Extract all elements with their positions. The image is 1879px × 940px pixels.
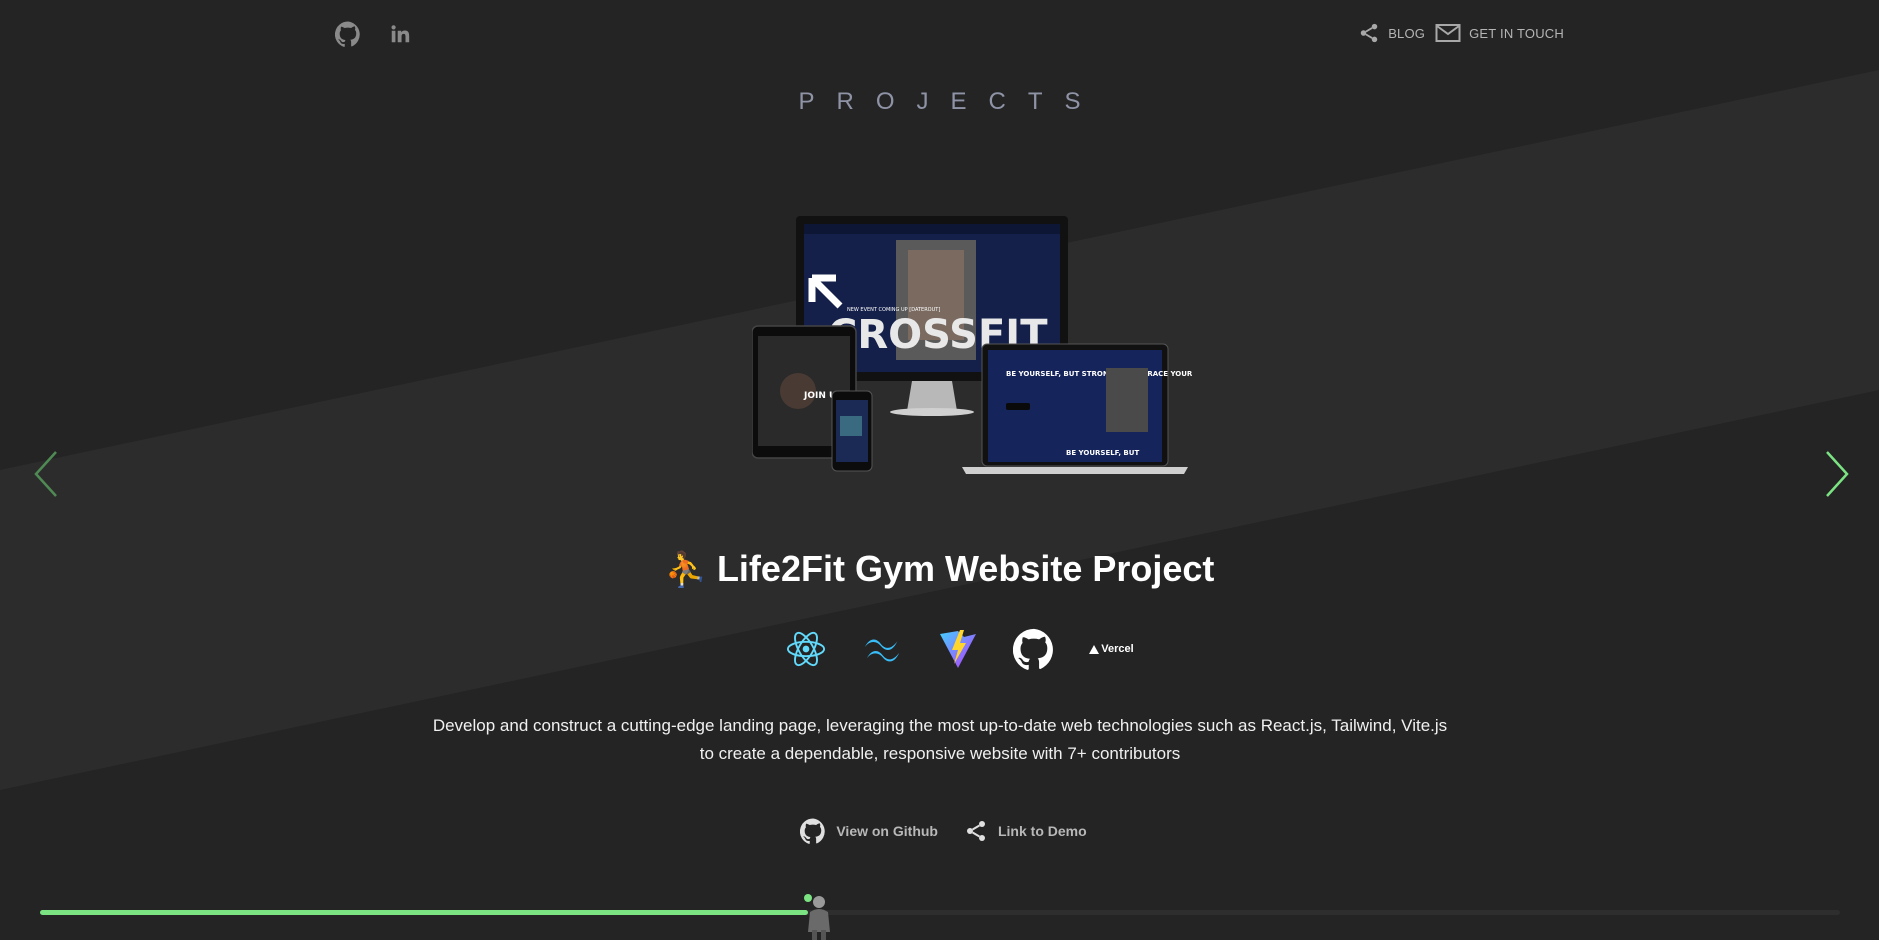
basketball-player-icon: ⛹️ — [664, 551, 707, 589]
share-icon — [966, 821, 985, 841]
share-icon — [1360, 23, 1378, 43]
social-links — [334, 20, 414, 48]
chevron-left-icon — [34, 451, 57, 497]
project-description: Develop and construct a cutting-edge lan… — [390, 712, 1490, 768]
carousel-progress-fill — [40, 910, 808, 915]
vite-icon — [937, 628, 979, 670]
carousel-prev-button[interactable] — [28, 448, 64, 500]
carousel-progress-bar — [40, 910, 1840, 915]
description-line-1: Develop and construct a cutting-edge lan… — [432, 716, 1448, 735]
github-icon — [1013, 628, 1055, 670]
react-icon — [785, 628, 827, 670]
mockup-laptop-text: BE YOURSELF, BUT STRONGER! EMBRACE YOUR … — [1006, 370, 1192, 378]
view-on-github-link[interactable]: View on Github — [800, 818, 938, 844]
description-line-2: to create a dependable, responsive websi… — [699, 744, 1181, 763]
github-icon — [800, 818, 826, 844]
tailwind-icon — [861, 628, 903, 670]
linkedin-icon[interactable] — [386, 20, 414, 48]
link-to-demo-label: Link to Demo — [997, 823, 1087, 839]
mockup-laptop-footer: BE YOURSELF, BUT — [1066, 449, 1139, 457]
header-nav: BLOG GET IN TOUCH — [1358, 22, 1564, 44]
link-to-demo[interactable]: Link to Demo — [964, 818, 1087, 844]
project-screenshot: NEW EVENT COMING UP [DATEROUT] CROSSFIT … — [752, 216, 1192, 474]
vercel-logo: Vercel — [1089, 628, 1134, 670]
get-in-touch-label: GET IN TOUCH — [1469, 25, 1564, 41]
vercel-label: Vercel — [1101, 643, 1134, 655]
project-title-text: Life2Fit Gym Website Project — [716, 548, 1215, 589]
carousel-next-button[interactable] — [1819, 448, 1855, 500]
github-icon[interactable] — [334, 20, 362, 48]
top-navigation: BLOG GET IN TOUCH — [0, 0, 1879, 70]
blog-link[interactable]: BLOG — [1358, 22, 1425, 44]
section-title: PROJECTS — [798, 88, 1103, 115]
view-on-github-label: View on Github — [836, 823, 938, 839]
project-title: ⛹️ Life2Fit Gym Website Project — [0, 548, 1879, 590]
mail-icon — [1435, 24, 1461, 42]
blog-label: BLOG — [1388, 25, 1426, 41]
progress-indicator-dot — [804, 894, 812, 902]
chevron-right-icon — [1826, 451, 1849, 497]
tech-stack: Vercel — [0, 628, 1879, 670]
project-links: View on Github Link to Demo — [0, 818, 1879, 844]
get-in-touch-link[interactable]: GET IN TOUCH — [1435, 22, 1564, 44]
